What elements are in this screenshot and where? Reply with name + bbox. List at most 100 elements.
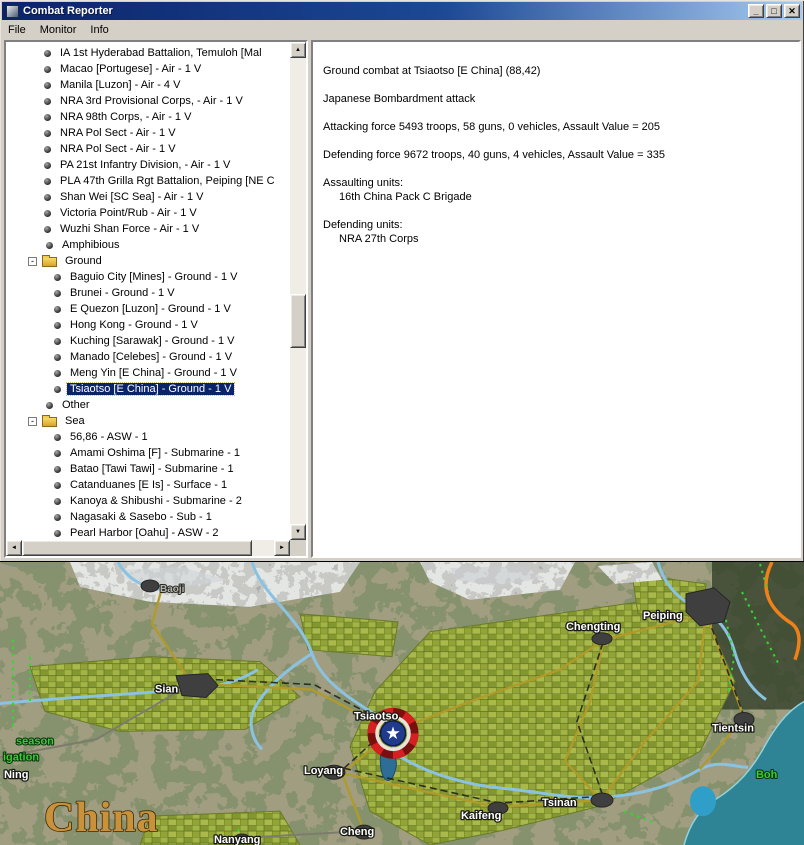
- tree-item[interactable]: Wuzhi Shan Force - Air - 1 V: [6, 221, 290, 237]
- tree-item[interactable]: Manila [Luzon] - Air - 4 V: [6, 77, 290, 93]
- map-label-igation: igation: [3, 751, 39, 763]
- tree-item[interactable]: Catanduanes [E Is] - Surface - 1: [6, 477, 290, 493]
- combat-tree-panel: IA 1st Hyderabad Battalion, Temuloh [Mal…: [4, 40, 308, 558]
- bullet-icon: [44, 113, 51, 121]
- bullet-icon: [44, 97, 51, 105]
- tree-item-label: Tsiaotso [E China] - Ground - 1 V: [65, 382, 236, 396]
- tree-item[interactable]: Manado [Celebes] - Ground - 1 V: [6, 349, 290, 365]
- bullet-icon: [44, 225, 51, 233]
- tree-item[interactable]: Victoria Point/Rub - Air - 1 V: [6, 205, 290, 221]
- tree-item-label: Manila [Luzon] - Air - 4 V: [60, 79, 181, 91]
- tree-item[interactable]: Kanoya & Shibushi - Submarine - 2: [6, 493, 290, 509]
- tree-item[interactable]: Macao [Portugese] - Air - 1 V: [6, 61, 290, 77]
- tree-item[interactable]: Baguio City [Mines] - Ground - 1 V: [6, 269, 290, 285]
- minimize-button[interactable]: _: [748, 4, 764, 18]
- tree-item[interactable]: E Quezon [Luzon] - Ground - 1 V: [6, 301, 290, 317]
- tree-item[interactable]: Kuching [Sarawak] - Ground - 1 V: [6, 333, 290, 349]
- tree-item-label: Ground: [65, 255, 102, 267]
- close-button[interactable]: ✕: [784, 4, 800, 18]
- menu-item-file[interactable]: File: [2, 22, 34, 38]
- tree-item[interactable]: IA 1st Hyderabad Battalion, Temuloh [Mal: [6, 45, 290, 61]
- tree-item-label: Manado [Celebes] - Ground - 1 V: [70, 351, 233, 363]
- tree-item[interactable]: NRA 98th Corps, - Air - 1 V: [6, 109, 290, 125]
- tree-item[interactable]: Meng Yin [E China] - Ground - 1 V: [6, 365, 290, 381]
- menu-item-info[interactable]: Info: [84, 22, 116, 38]
- app-icon: [6, 4, 19, 18]
- bullet-icon: [44, 209, 51, 217]
- tree-item[interactable]: - Sea: [6, 413, 290, 429]
- scroll-down-button[interactable]: ▼: [290, 524, 306, 540]
- tree-item[interactable]: PA 21st Infantry Division, - Air - 1 V: [6, 157, 290, 173]
- collapse-expander-icon[interactable]: -: [28, 256, 37, 266]
- tree-item[interactable]: PLA 47th Grilla Rgt Battalion, Peiping […: [6, 173, 290, 189]
- vertical-scrollbar-thumb[interactable]: [290, 294, 306, 348]
- tree-item-label: Sea: [65, 415, 85, 427]
- tree-item[interactable]: Brunei - Ground - 1 V: [6, 285, 290, 301]
- bullet-icon: [54, 337, 61, 345]
- map-label-kaifeng: Kaifeng: [461, 810, 501, 822]
- folder-icon: [42, 255, 57, 267]
- map-label-loyang: Loyang: [304, 765, 343, 777]
- map-label-ning: Ning: [4, 769, 28, 781]
- bullet-icon: [44, 129, 51, 137]
- folder-icon: [42, 415, 57, 427]
- tree-item[interactable]: 56,86 - ASW - 1: [6, 429, 290, 445]
- tree-item[interactable]: - Ground: [6, 253, 290, 269]
- tree-item[interactable]: Amami Oshima [F] - Submarine - 1: [6, 445, 290, 461]
- tree-item[interactable]: Hong Kong - Ground - 1 V: [6, 317, 290, 333]
- bullet-icon: [44, 177, 51, 185]
- detail-line: NRA 27th Corps: [339, 233, 419, 245]
- tree-item-label: NRA Pol Sect - Air - 1 V: [60, 127, 176, 139]
- vertical-scrollbar[interactable]: ▲ ▼: [290, 42, 306, 540]
- bullet-icon: [46, 241, 53, 249]
- tree-item-label: Brunei - Ground - 1 V: [70, 287, 175, 299]
- horizontal-scrollbar-thumb[interactable]: [22, 540, 252, 556]
- map-label-baoji: Baoji: [160, 584, 185, 595]
- bullet-icon: [44, 81, 51, 89]
- tree-item-label: 56,86 - ASW - 1: [70, 431, 148, 443]
- map-label-chengting: Chengting: [566, 621, 620, 633]
- tree-item[interactable]: NRA 3rd Provisional Corps, - Air - 1 V: [6, 93, 290, 109]
- map-canvas[interactable]: Baoji Peiping Chengting Sian Tsiaotso Tientsi…: [0, 562, 804, 845]
- tree-item-label: Other: [62, 399, 90, 411]
- tree-item-label: NRA 3rd Provisional Corps, - Air - 1 V: [60, 95, 243, 107]
- scroll-up-button[interactable]: ▲: [290, 42, 306, 58]
- tree-item-label: Catanduanes [E Is] - Surface - 1: [70, 479, 228, 491]
- tree-item-label: PLA 47th Grilla Rgt Battalion, Peiping […: [60, 175, 275, 187]
- map-label-cheng: Cheng: [340, 826, 374, 838]
- scroll-left-button[interactable]: ◄: [6, 540, 22, 556]
- map-label-tientsin: Tientsin: [712, 722, 754, 734]
- main-area: IA 1st Hyderabad Battalion, Temuloh [Mal…: [2, 39, 802, 560]
- tree-item[interactable]: NRA Pol Sect - Air - 1 V: [6, 141, 290, 157]
- tree-item-label: E Quezon [Luzon] - Ground - 1 V: [70, 303, 231, 315]
- menu-item-monitor[interactable]: Monitor: [34, 22, 85, 38]
- bullet-icon: [44, 193, 51, 201]
- tree-item-label: Baguio City [Mines] - Ground - 1 V: [70, 271, 238, 283]
- maximize-button[interactable]: □: [766, 4, 782, 18]
- horizontal-scrollbar[interactable]: ◄ ►: [6, 540, 290, 556]
- tree-item-label: Amami Oshima [F] - Submarine - 1: [70, 447, 240, 459]
- collapse-expander-icon[interactable]: -: [28, 416, 37, 426]
- detail-line: 16th China Pack C Brigade: [339, 191, 472, 203]
- bullet-icon: [54, 481, 61, 489]
- tree-item-label: Nagasaki & Sasebo - Sub - 1: [70, 511, 212, 523]
- tree-item[interactable]: Shan Wei [SC Sea] - Air - 1 V: [6, 189, 290, 205]
- tree-item[interactable]: NRA Pol Sect - Air - 1 V: [6, 125, 290, 141]
- tree-item[interactable]: Amphibious: [6, 237, 290, 253]
- tree-item[interactable]: Nagasaki & Sasebo - Sub - 1: [6, 509, 290, 525]
- combat-tree: IA 1st Hyderabad Battalion, Temuloh [Mal…: [6, 42, 290, 540]
- tree-item[interactable]: Pearl Harbor [Oahu] - ASW - 2: [6, 525, 290, 540]
- tree-item[interactable]: Batao [Tawi Tawi] - Submarine - 1: [6, 461, 290, 477]
- tree-item-label: Macao [Portugese] - Air - 1 V: [60, 63, 202, 75]
- map-label-china: China: [44, 795, 159, 841]
- title-bar[interactable]: Combat Reporter _ □ ✕: [2, 2, 802, 20]
- tree-item-label: Shan Wei [SC Sea] - Air - 1 V: [60, 191, 204, 203]
- tree-item[interactable]: Tsiaotso [E China] - Ground - 1 V: [6, 381, 290, 397]
- tree-item-label: PA 21st Infantry Division, - Air - 1 V: [60, 159, 231, 171]
- map-panel: Baoji Peiping Chengting Sian Tsiaotso Tientsi…: [0, 561, 804, 845]
- tree-item[interactable]: Other: [6, 397, 290, 413]
- bullet-icon: [44, 145, 51, 153]
- detail-line: Defending force 9672 troops, 40 guns, 4 …: [323, 149, 665, 161]
- tree-item-label: NRA Pol Sect - Air - 1 V: [60, 143, 176, 155]
- scroll-right-button[interactable]: ►: [274, 540, 290, 556]
